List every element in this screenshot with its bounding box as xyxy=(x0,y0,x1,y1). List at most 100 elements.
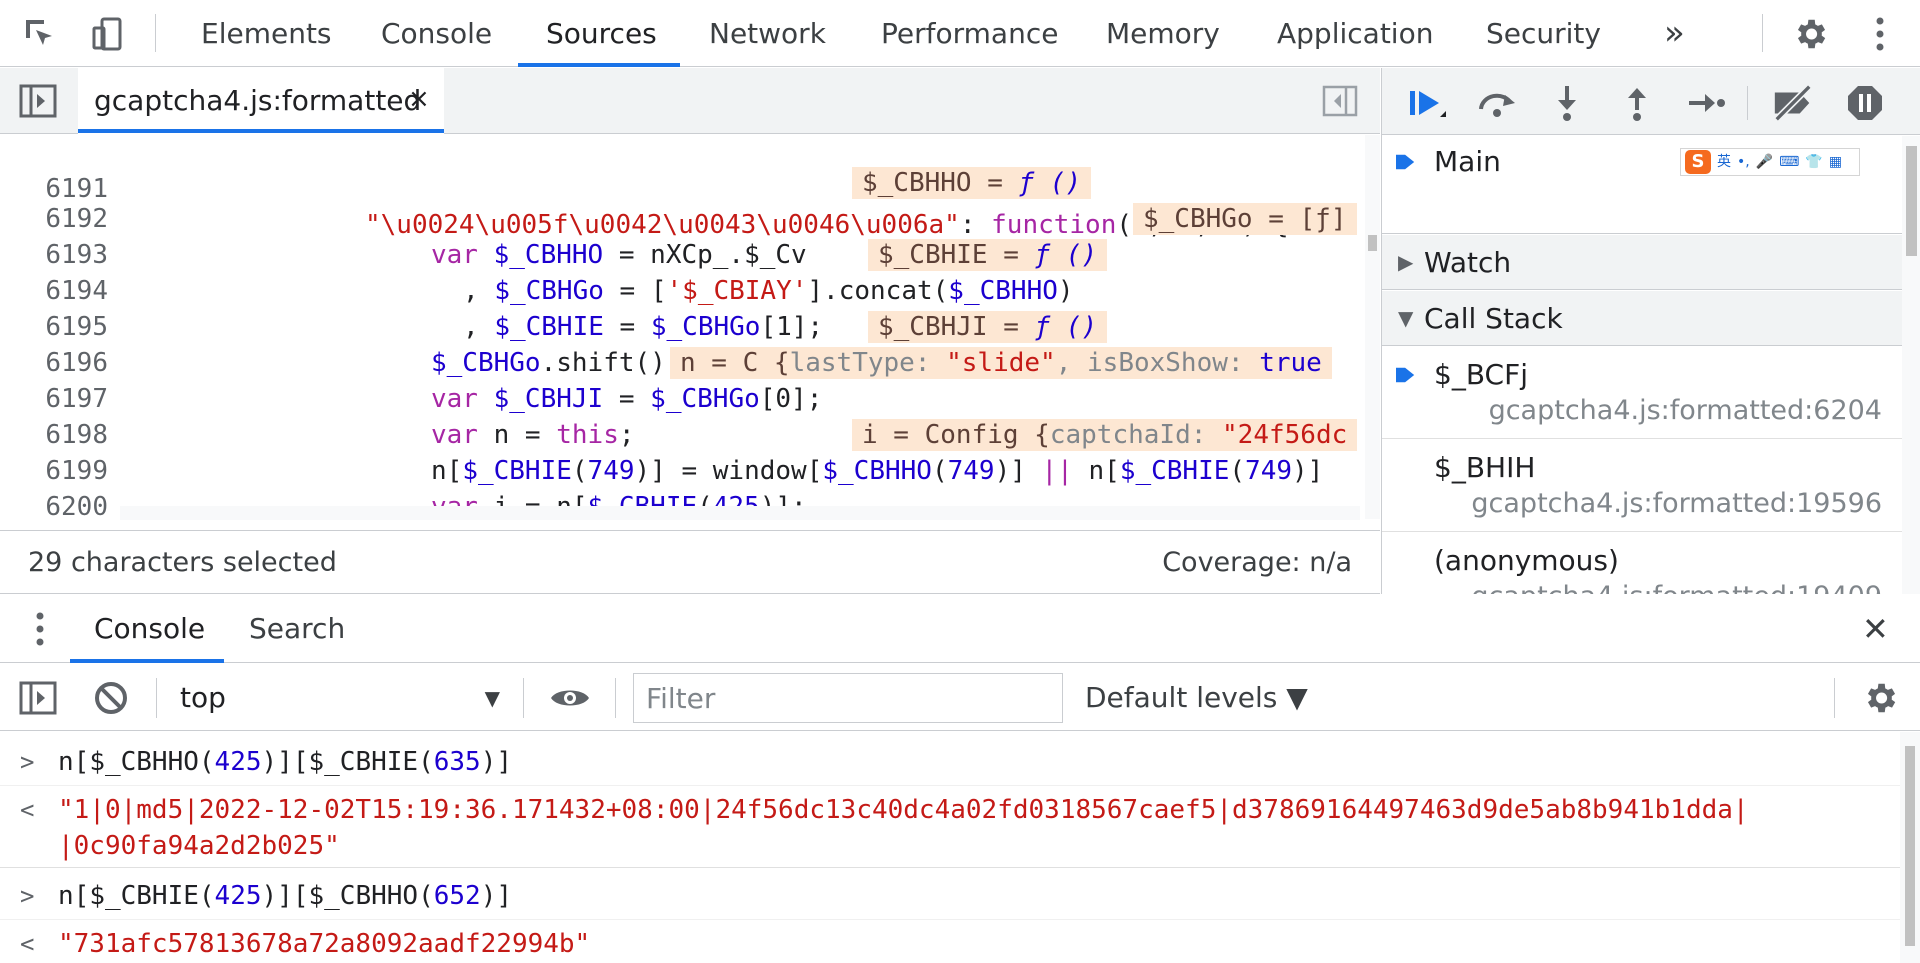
file-tab[interactable]: gcaptcha4.js:formatted × xyxy=(78,68,444,134)
step-into-icon[interactable] xyxy=(1545,81,1589,125)
annotation-value: "slide" xyxy=(946,348,1056,378)
annotation-value: ƒ () xyxy=(1018,168,1082,198)
context-selector[interactable]: top ▼ xyxy=(160,674,506,722)
code-line: 6198 n[$_CBHIE(749)] = window[$_CBHHO(74… xyxy=(0,381,1365,486)
toggle-console-sidebar-icon[interactable] xyxy=(16,676,60,720)
file-tab-label: gcaptcha4.js:formatted xyxy=(94,84,422,117)
file-tab-indicator xyxy=(78,129,444,133)
main-tab-bar: Elements Console Sources Network Perform… xyxy=(0,0,1920,67)
tab-console[interactable]: Console xyxy=(381,0,492,67)
filter-input[interactable] xyxy=(633,673,1063,723)
keyboard-icon[interactable]: ⌨ xyxy=(1779,136,1799,188)
call-stack-section-header[interactable]: ▼ Call Stack xyxy=(1382,291,1902,346)
ime-logo: S xyxy=(1685,150,1711,174)
code-token: 425 xyxy=(214,881,262,911)
result-string-line[interactable]: |0c90fa94a2d2b025" xyxy=(58,828,340,864)
drawer-tab-search[interactable]: Search xyxy=(249,595,345,663)
inline-value-annotation: n = C {lastType: "slide", isBoxShow: tru… xyxy=(670,347,1332,379)
drawer-tab-bar: Console Search ✕ xyxy=(0,595,1920,663)
code-token: ( xyxy=(198,881,215,911)
scrollbar-thumb[interactable] xyxy=(1905,746,1915,946)
frame-location[interactable]: gcaptcha4.js:formatted:6204 xyxy=(1489,393,1882,429)
code-token: 635 xyxy=(433,747,481,777)
call-frame[interactable]: $_BCFj gcaptcha4.js:formatted:6204 xyxy=(1382,347,1902,439)
annotation-text: $_CBHJI = xyxy=(878,312,1035,342)
editor-vertical-scrollbar[interactable] xyxy=(1365,135,1380,519)
console-result-entry: < "1|0|md5|2022-12-02T15:19:36.171432+08… xyxy=(0,788,1900,868)
inspect-element-icon[interactable] xyxy=(20,14,60,54)
code-line: 6192 var $_CBHHO = nXCp_.$_Cv $_CBHHO = … xyxy=(0,165,1365,270)
tab-network[interactable]: Network xyxy=(709,0,826,67)
tab-security[interactable]: Security xyxy=(1486,0,1601,67)
code-token: )] xyxy=(480,881,512,911)
tab-memory[interactable]: Memory xyxy=(1106,0,1220,67)
frame-location[interactable]: gcaptcha4.js:formatted:19596 xyxy=(1471,486,1882,522)
code-token: )] xyxy=(480,747,512,777)
settings-gear-icon[interactable] xyxy=(1790,14,1830,54)
active-tab-indicator xyxy=(518,63,680,67)
result-chevron-icon: < xyxy=(20,930,35,958)
result-chevron-icon: < xyxy=(20,796,35,824)
console-result-entry: < "731afc57813678a72a8092aadf22994b" xyxy=(0,922,1900,963)
editor-horizontal-scrollbar[interactable] xyxy=(120,506,1360,520)
toggle-debugger-icon[interactable] xyxy=(1320,81,1360,121)
live-expression-eye-icon[interactable] xyxy=(548,676,592,720)
kebab-menu-icon[interactable] xyxy=(1860,14,1900,54)
code-token: )][ xyxy=(261,881,309,911)
thread-item-main[interactable]: Main S 英 •, 🎤 ⌨ 👕 ▦ xyxy=(1382,136,1902,188)
toggle-navigator-icon[interactable] xyxy=(18,81,58,121)
call-frame[interactable]: $_BHIH gcaptcha4.js:formatted:19596 xyxy=(1382,440,1902,532)
dropdown-arrow-icon: ▼ xyxy=(484,686,500,710)
resume-icon[interactable] xyxy=(1404,81,1448,125)
threads-section: Main S 英 •, 🎤 ⌨ 👕 ▦ xyxy=(1382,136,1902,234)
code-line: 6199 var i = n[$_CBHIE(425)]; i = Config… xyxy=(0,417,1365,519)
drawer-tab-console[interactable]: Console xyxy=(94,595,205,663)
scrollbar-thumb[interactable] xyxy=(1906,146,1917,256)
tab-performance[interactable]: Performance xyxy=(881,0,1058,67)
log-levels-dropdown[interactable]: Default levels ▼ xyxy=(1085,664,1308,731)
console-settings-gear-icon[interactable] xyxy=(1858,676,1902,720)
console-scrollbar[interactable] xyxy=(1900,732,1920,963)
step-out-icon[interactable] xyxy=(1615,81,1659,125)
separator xyxy=(523,678,524,718)
code-token: n[ xyxy=(58,881,90,911)
device-toolbar-icon[interactable] xyxy=(88,14,128,54)
call-frame[interactable]: (anonymous) gcaptcha4.js:formatted:19409 xyxy=(1382,533,1902,594)
close-drawer-icon[interactable]: ✕ xyxy=(1862,595,1889,663)
tab-elements[interactable]: Elements xyxy=(201,0,332,67)
code-line: 6200 (0, xyxy=(0,453,1365,519)
debugger-scrollbar[interactable] xyxy=(1902,136,1920,594)
skin-icon[interactable]: 👕 xyxy=(1805,136,1822,188)
code-token: ( xyxy=(418,881,434,911)
code-line: 6194 , $_CBHIE = $_CBHGo[1]; $_CBHIE = ƒ… xyxy=(0,237,1365,342)
console-output[interactable]: > n[$_CBHHO(425)][$_CBHIE(635)] < "1|0|m… xyxy=(0,732,1900,963)
result-string-line[interactable]: "731afc57813678a72a8092aadf22994b" xyxy=(58,926,590,962)
punctuation-icon[interactable]: •, xyxy=(1737,136,1750,188)
watch-section-header[interactable]: ▶ Watch xyxy=(1382,235,1902,290)
scrollbar-thumb[interactable] xyxy=(1368,235,1377,251)
deactivate-breakpoints-icon[interactable] xyxy=(1771,81,1815,125)
frame-location[interactable]: gcaptcha4.js:formatted:19409 xyxy=(1471,579,1882,594)
annotation-key: , isBoxShow: xyxy=(1055,348,1260,378)
code-token: ( xyxy=(418,747,434,777)
code-line: 6197 var n = this; n = C {lastType: "sli… xyxy=(0,345,1365,450)
step-over-icon[interactable] xyxy=(1475,81,1519,125)
microphone-icon[interactable]: 🎤 xyxy=(1756,136,1773,188)
code-editor[interactable]: 6191 "\u0024\u005f\u0042\u0043\u0046\u00… xyxy=(0,135,1365,519)
toolbox-icon[interactable]: ▦ xyxy=(1829,136,1842,188)
pause-on-exceptions-icon[interactable] xyxy=(1843,81,1887,125)
annotation-value: ƒ () xyxy=(1034,312,1098,342)
ime-language[interactable]: 英 xyxy=(1717,136,1731,188)
tab-sources[interactable]: Sources xyxy=(546,0,657,67)
editor-status-bar: 29 characters selected Coverage: n/a xyxy=(0,530,1380,594)
frame-function: $_BCFj xyxy=(1434,358,1528,391)
ime-toolbar[interactable]: S 英 •, 🎤 ⌨ 👕 ▦ xyxy=(1680,148,1860,176)
more-tabs-button[interactable]: » xyxy=(1664,0,1685,67)
step-icon[interactable] xyxy=(1685,81,1729,125)
result-string-line[interactable]: "1|0|md5|2022-12-02T15:19:36.171432+08:0… xyxy=(58,792,1749,828)
clear-console-icon[interactable] xyxy=(89,676,133,720)
thread-label: Main xyxy=(1434,145,1501,178)
close-tab-icon[interactable]: × xyxy=(408,68,430,130)
tab-application[interactable]: Application xyxy=(1277,0,1433,67)
drawer-menu-icon[interactable] xyxy=(20,609,60,649)
